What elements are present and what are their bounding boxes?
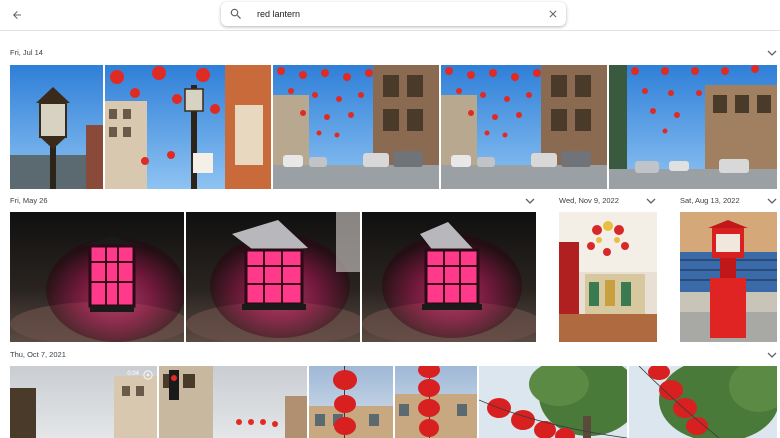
search-input[interactable] <box>255 8 539 20</box>
play-icon <box>143 370 153 380</box>
photo-thumbnail[interactable] <box>273 65 439 189</box>
chevron-down-icon[interactable] <box>767 351 777 359</box>
photo-thumbnail[interactable] <box>105 65 271 189</box>
video-thumbnail[interactable]: 0:04 <box>10 366 157 438</box>
date-header: Sat, Aug 13, 2022 <box>680 196 740 205</box>
photo-thumbnail[interactable] <box>362 212 536 342</box>
photo-thumbnail[interactable] <box>309 366 393 438</box>
photo-thumbnail[interactable] <box>609 65 777 189</box>
photo-thumbnail[interactable] <box>559 212 657 342</box>
date-header: Wed, Nov 9, 2022 <box>559 196 619 205</box>
top-bar <box>0 0 780 31</box>
photo-thumbnail[interactable] <box>441 65 607 189</box>
photo-thumbnail[interactable] <box>186 212 360 342</box>
date-header: Fri, May 26 <box>10 196 48 205</box>
chevron-down-icon[interactable] <box>767 49 777 57</box>
search-icon <box>230 8 241 19</box>
photo-thumbnail[interactable] <box>10 65 103 189</box>
photo-thumbnail[interactable] <box>479 366 627 438</box>
arrow-left-icon <box>13 11 21 19</box>
photo-thumbnail[interactable] <box>159 366 307 438</box>
back-button[interactable] <box>8 6 26 24</box>
photo-thumbnail[interactable] <box>680 212 777 342</box>
photo-thumbnail[interactable] <box>395 366 477 438</box>
date-header: Thu, Oct 7, 2021 <box>10 350 66 359</box>
photo-thumbnail[interactable] <box>629 366 777 438</box>
close-icon[interactable] <box>547 8 559 20</box>
chevron-down-icon[interactable] <box>767 197 777 205</box>
video-duration: 0:04 <box>127 371 139 377</box>
search-box[interactable] <box>221 2 566 26</box>
photo-thumbnail[interactable] <box>10 212 184 342</box>
chevron-down-icon[interactable] <box>525 197 535 205</box>
chevron-down-icon[interactable] <box>646 197 656 205</box>
date-header: Fri, Jul 14 <box>10 48 43 57</box>
